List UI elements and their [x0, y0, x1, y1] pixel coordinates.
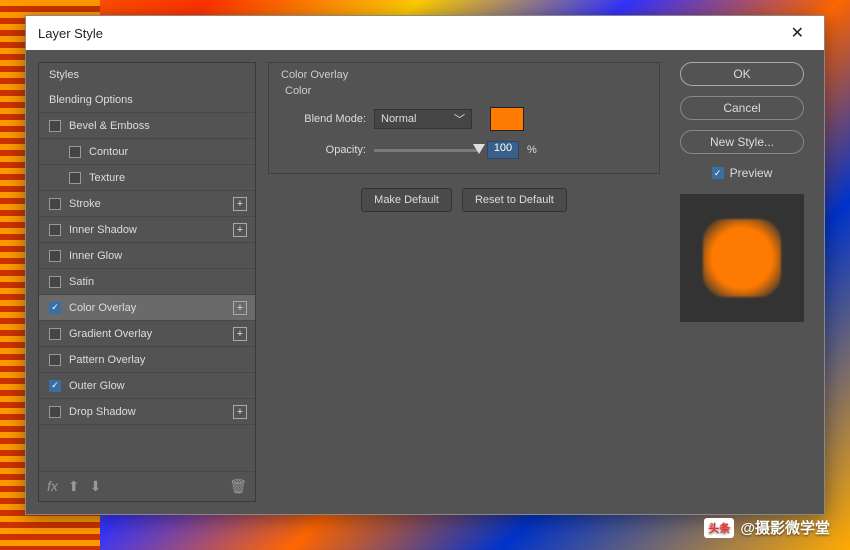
style-item-label: Stroke — [69, 198, 101, 210]
style-item-label: Gradient Overlay — [69, 328, 152, 340]
style-item-bevel-emboss[interactable]: Bevel & Emboss — [39, 113, 255, 139]
style-item-label: Contour — [89, 146, 128, 158]
styles-panel: Styles Blending Options Bevel & Emboss Con… — [38, 62, 256, 502]
plus-icon[interactable]: + — [233, 327, 247, 341]
checkbox[interactable] — [49, 120, 61, 132]
fx-icon[interactable]: fx — [47, 478, 58, 495]
style-item-outer-glow[interactable]: ✓ Outer Glow — [39, 373, 255, 399]
cancel-button[interactable]: Cancel — [680, 96, 804, 120]
style-item-contour[interactable]: Contour — [39, 139, 255, 165]
style-item-label: Texture — [89, 172, 125, 184]
opacity-label: Opacity: — [281, 144, 366, 156]
style-item-satin[interactable]: Satin — [39, 269, 255, 295]
close-icon[interactable]: ✕ — [783, 19, 812, 47]
watermark-text: @摄影微学堂 — [740, 517, 830, 538]
color-subgroup-label: Color — [285, 85, 647, 97]
style-item-label: Pattern Overlay — [69, 354, 145, 366]
blend-mode-label: Blend Mode: — [281, 113, 366, 125]
ok-button[interactable]: OK — [680, 62, 804, 86]
dialog-body: Styles Blending Options Bevel & Emboss Con… — [26, 50, 824, 514]
style-item-label: Outer Glow — [69, 380, 125, 392]
opacity-slider[interactable] — [374, 149, 479, 152]
titlebar: Layer Style ✕ — [26, 16, 824, 50]
style-item-drop-shadow[interactable]: Drop Shadow + — [39, 399, 255, 425]
style-item-label: Inner Shadow — [69, 224, 137, 236]
arrow-up-icon[interactable]: ⬆ — [68, 478, 80, 495]
style-item-label: Bevel & Emboss — [69, 120, 150, 132]
settings-panel: Color Overlay Color Blend Mode: Normal ﹀… — [268, 62, 660, 502]
preview-toggle[interactable]: ✓ Preview — [712, 166, 773, 180]
style-item-inner-shadow[interactable]: Inner Shadow + — [39, 217, 255, 243]
watermark: 头条 @摄影微学堂 — [704, 517, 830, 538]
blend-mode-dropdown[interactable]: Normal ﹀ — [374, 109, 472, 129]
plus-icon[interactable]: + — [233, 301, 247, 315]
dialog-title: Layer Style — [38, 26, 103, 41]
style-item-color-overlay[interactable]: ✓ Color Overlay + — [39, 295, 255, 321]
make-default-button[interactable]: Make Default — [361, 188, 452, 212]
style-item-blending-options[interactable]: Blending Options — [39, 87, 255, 113]
opacity-input[interactable]: 100 — [487, 141, 519, 159]
style-item-texture[interactable]: Texture — [39, 165, 255, 191]
preview-checkbox[interactable]: ✓ — [712, 167, 724, 179]
styles-list: Blending Options Bevel & Emboss Contour Tex… — [39, 87, 255, 471]
style-item-label: Inner Glow — [69, 250, 122, 262]
checkbox[interactable] — [49, 250, 61, 262]
preview-label: Preview — [730, 166, 773, 180]
checkbox[interactable] — [49, 406, 61, 418]
checkbox[interactable] — [69, 172, 81, 184]
slider-thumb-icon[interactable] — [473, 144, 485, 154]
style-item-pattern-overlay[interactable]: Pattern Overlay — [39, 347, 255, 373]
trash-icon[interactable]: 🗑 — [229, 478, 247, 495]
checkbox[interactable] — [49, 328, 61, 340]
checkbox[interactable] — [49, 354, 61, 366]
style-item-label: Blending Options — [49, 94, 133, 106]
blend-mode-value: Normal — [381, 113, 416, 125]
color-swatch[interactable] — [490, 107, 524, 131]
new-style-button[interactable]: New Style... — [680, 130, 804, 154]
checkbox[interactable]: ✓ — [49, 380, 61, 392]
layer-style-dialog: Layer Style ✕ Styles Blending Options Bev… — [25, 15, 825, 515]
reset-default-button[interactable]: Reset to Default — [462, 188, 567, 212]
style-item-gradient-overlay[interactable]: Gradient Overlay + — [39, 321, 255, 347]
right-column: OK Cancel New Style... ✓ Preview — [672, 62, 812, 502]
plus-icon[interactable]: + — [233, 197, 247, 211]
styles-footer: fx ⬆ ⬇ 🗑 — [39, 471, 255, 501]
style-item-inner-glow[interactable]: Inner Glow — [39, 243, 255, 269]
group-title: Color Overlay — [281, 69, 647, 81]
checkbox[interactable] — [49, 276, 61, 288]
checkbox[interactable]: ✓ — [49, 302, 61, 314]
style-item-label: Drop Shadow — [69, 406, 136, 418]
checkbox[interactable] — [69, 146, 81, 158]
color-overlay-group: Color Overlay Color Blend Mode: Normal ﹀… — [268, 62, 660, 174]
preview-shape — [703, 219, 781, 297]
plus-icon[interactable]: + — [233, 223, 247, 237]
opacity-unit: % — [527, 144, 537, 156]
plus-icon[interactable]: + — [233, 405, 247, 419]
chevron-down-icon: ﹀ — [454, 111, 465, 127]
arrow-down-icon[interactable]: ⬇ — [90, 478, 102, 495]
style-item-stroke[interactable]: Stroke + — [39, 191, 255, 217]
style-item-label: Color Overlay — [69, 302, 136, 314]
styles-header: Styles — [39, 63, 255, 87]
watermark-badge: 头条 — [704, 518, 734, 538]
checkbox[interactable] — [49, 198, 61, 210]
checkbox[interactable] — [49, 224, 61, 236]
preview-box — [680, 194, 804, 322]
style-item-label: Satin — [69, 276, 94, 288]
